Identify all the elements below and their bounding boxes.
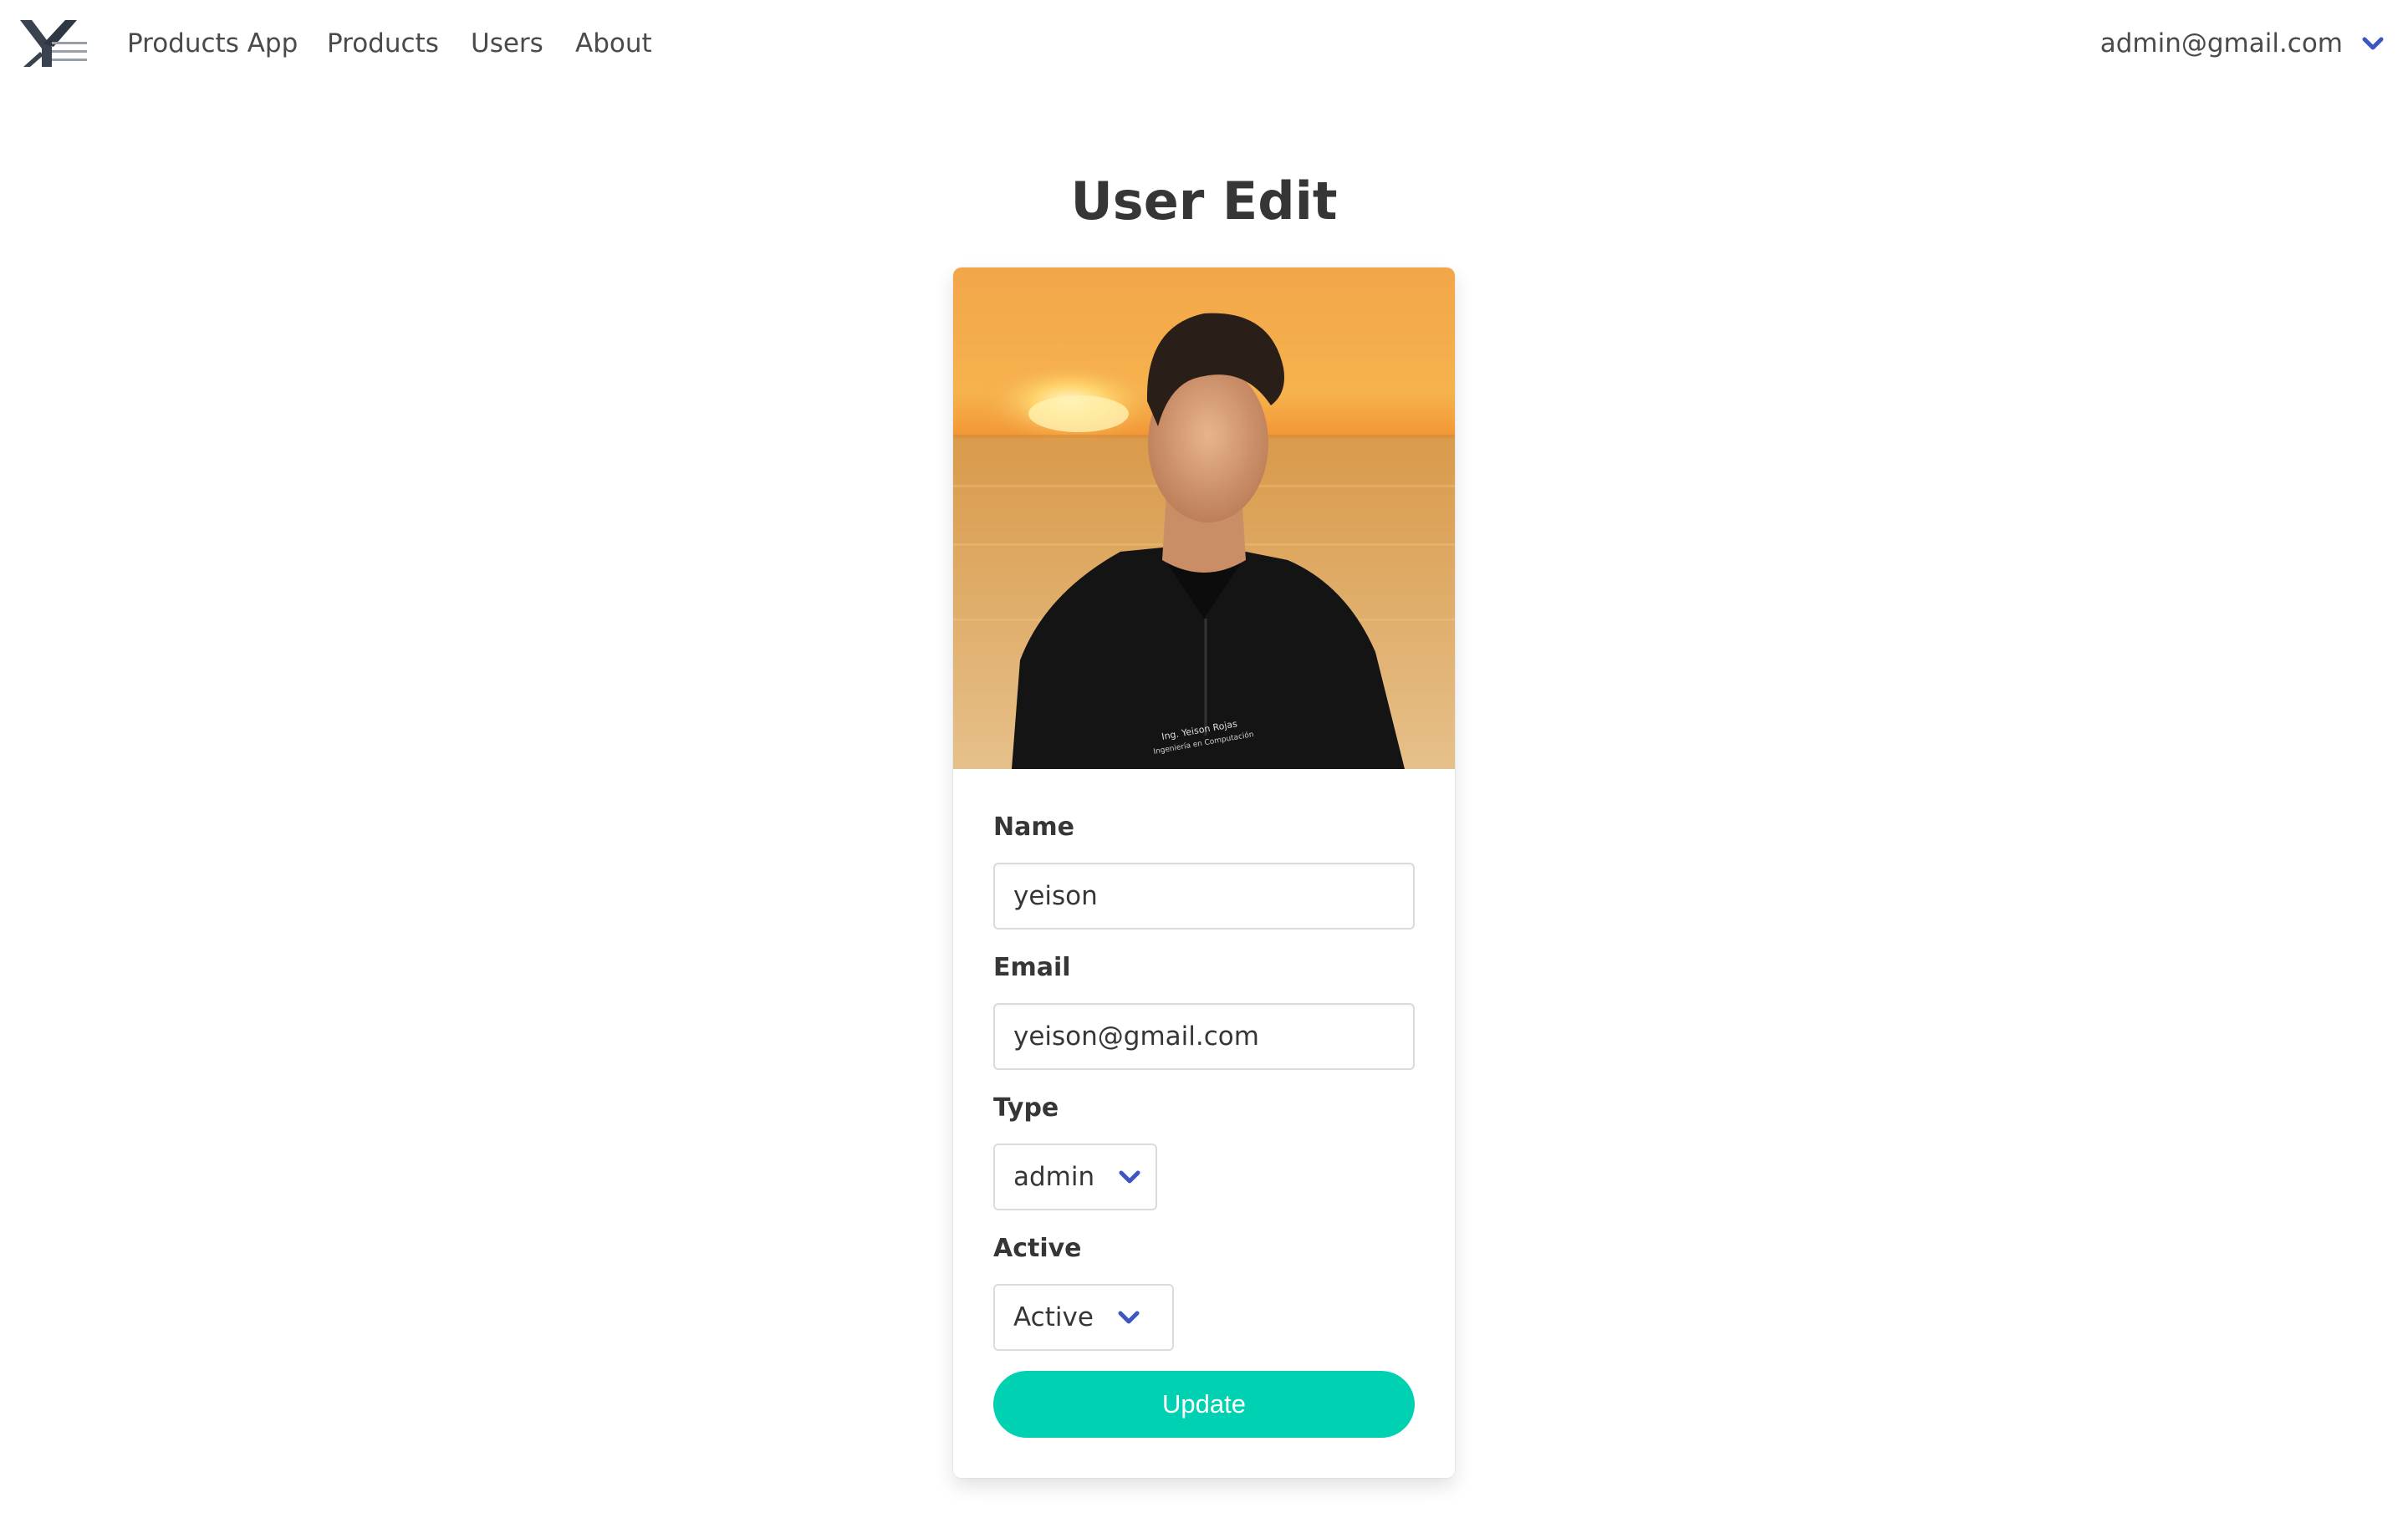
name-input[interactable] <box>993 863 1415 930</box>
update-button[interactable]: Update <box>993 1371 1415 1438</box>
user-email: admin@gmail.com <box>2099 28 2343 59</box>
page-title: User Edit <box>1070 171 1338 232</box>
name-label: Name <box>993 812 1074 842</box>
navbar: Products App Products Users About admin@… <box>0 0 2408 87</box>
page: Products App Products Users About admin@… <box>0 0 2408 1518</box>
active-label: Active <box>993 1234 1082 1263</box>
user-menu[interactable]: admin@gmail.com <box>2100 25 2388 62</box>
chevron-down-icon <box>2358 28 2388 59</box>
email-label: Email <box>993 953 1071 982</box>
user-photo: Ing. Yeison Rojas Ingeniería en Computac… <box>953 267 1455 769</box>
type-select[interactable]: admin <box>993 1144 1157 1210</box>
chevron-down-icon <box>1114 1302 1144 1332</box>
nav-products[interactable]: Products <box>327 25 439 62</box>
nav-products-app[interactable]: Products App <box>127 25 298 62</box>
type-label: Type <box>993 1093 1059 1123</box>
type-select-value: admin <box>1013 1162 1095 1192</box>
nav-users[interactable]: Users <box>471 25 543 62</box>
email-input[interactable] <box>993 1003 1415 1070</box>
active-select-value: Active <box>1013 1302 1094 1332</box>
nav-about[interactable]: About <box>575 25 652 62</box>
active-select[interactable]: Active <box>993 1284 1174 1351</box>
chevron-down-icon <box>1115 1162 1145 1192</box>
user-edit-card: Ing. Yeison Rojas Ingeniería en Computac… <box>953 267 1455 1478</box>
brand-logo-icon[interactable] <box>18 18 89 69</box>
